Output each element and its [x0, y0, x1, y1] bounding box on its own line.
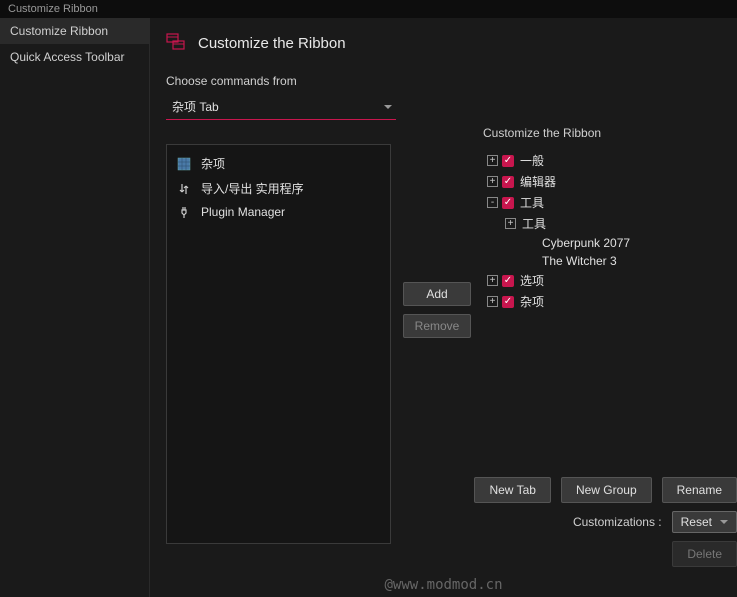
page-header: Customize the Ribbon	[166, 32, 721, 54]
new-tab-button[interactable]: New Tab	[474, 477, 550, 503]
new-group-button[interactable]: New Group	[561, 477, 652, 503]
add-button[interactable]: Add	[403, 282, 471, 306]
sidebar-item-quick-access-toolbar[interactable]: Quick Access Toolbar	[0, 44, 149, 70]
command-item[interactable]: Plugin Manager	[171, 201, 386, 223]
dropdown-value: 杂项 Tab	[172, 98, 219, 115]
watermark: @www.modmod.cn	[384, 577, 502, 593]
delete-button[interactable]: Delete	[672, 541, 737, 567]
tree-node-label: 编辑器	[518, 173, 556, 190]
arrows-icon	[177, 182, 191, 196]
tree-checkbox[interactable]: ✓	[502, 176, 514, 188]
reset-label: Reset	[681, 515, 712, 529]
tree-node[interactable]: + 工具	[483, 213, 721, 234]
sidebar: Customize Ribbon Quick Access Toolbar	[0, 18, 150, 597]
command-label: Plugin Manager	[201, 205, 285, 219]
window-titlebar: Customize Ribbon	[0, 0, 737, 18]
tree-node-label: 杂项	[518, 293, 544, 310]
tree-node[interactable]: + ✓ 杂项	[483, 291, 721, 312]
tree-node-label: 一般	[518, 152, 544, 169]
tree-node[interactable]: + ✓ 一般	[483, 150, 721, 171]
command-label: 导入/导出 实用程序	[201, 180, 304, 197]
collapse-icon[interactable]: -	[487, 197, 498, 208]
chevron-down-icon	[720, 520, 728, 524]
sidebar-item-label: Customize Ribbon	[10, 24, 108, 38]
customize-ribbon-label: Customize the Ribbon	[483, 126, 721, 140]
tree-node-label: Cyberpunk 2077	[540, 236, 630, 250]
expand-icon[interactable]: +	[487, 296, 498, 307]
tree-node[interactable]: + ✓ 编辑器	[483, 171, 721, 192]
reset-dropdown[interactable]: Reset	[672, 511, 737, 533]
grid-icon	[177, 157, 191, 171]
remove-button[interactable]: Remove	[403, 314, 471, 338]
tree-checkbox[interactable]: ✓	[502, 197, 514, 209]
tree-node[interactable]: Cyberpunk 2077	[483, 234, 721, 252]
page-title: Customize the Ribbon	[198, 35, 346, 52]
chevron-down-icon	[384, 105, 392, 109]
plugin-icon	[177, 205, 191, 219]
rename-button[interactable]: Rename	[662, 477, 737, 503]
command-item[interactable]: 杂项	[171, 151, 386, 176]
tree-node[interactable]: + ✓ 选项	[483, 270, 721, 291]
choose-commands-label: Choose commands from	[166, 74, 721, 88]
sidebar-item-label: Quick Access Toolbar	[10, 50, 125, 64]
expand-icon[interactable]: +	[487, 176, 498, 187]
expand-icon[interactable]: +	[487, 155, 498, 166]
window-title: Customize Ribbon	[8, 3, 98, 15]
tree-node-label: 选项	[518, 272, 544, 289]
tree-node-label: 工具	[520, 215, 546, 232]
ribbon-tree[interactable]: +✓一般+✓编辑器-✓工具+工具Cyberpunk 2077The Witche…	[483, 150, 721, 312]
tree-node-label: The Witcher 3	[540, 254, 617, 268]
command-item[interactable]: 导入/导出 实用程序	[171, 176, 386, 201]
tree-node[interactable]: -✓ 工具	[483, 192, 721, 213]
tree-node-label: 工具	[518, 194, 544, 211]
commands-listbox[interactable]: 杂项 导入/导出 实用程序 Plugin Manager	[166, 144, 391, 544]
tree-checkbox[interactable]: ✓	[502, 155, 514, 167]
choose-commands-dropdown[interactable]: 杂项 Tab	[166, 94, 396, 120]
tree-checkbox[interactable]: ✓	[502, 296, 514, 308]
sidebar-item-customize-ribbon[interactable]: Customize Ribbon	[0, 18, 149, 44]
command-label: 杂项	[201, 155, 225, 172]
ribbon-icon	[166, 32, 188, 54]
expand-icon[interactable]: +	[487, 275, 498, 286]
tree-checkbox[interactable]: ✓	[502, 275, 514, 287]
tree-node[interactable]: The Witcher 3	[483, 252, 721, 270]
customizations-label: Customizations :	[573, 515, 662, 529]
expand-icon[interactable]: +	[505, 218, 516, 229]
